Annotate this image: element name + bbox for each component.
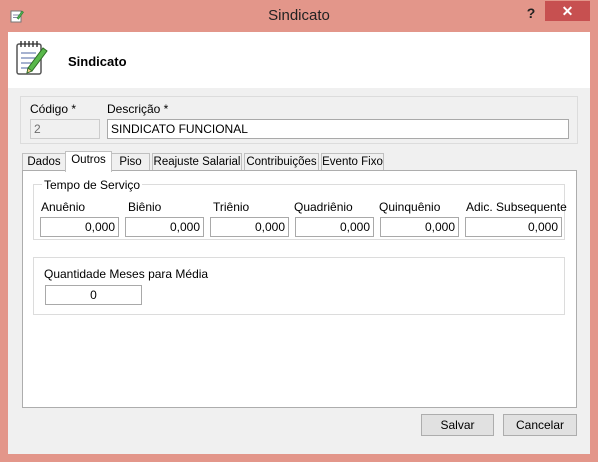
tab-panel-outros: Tempo de Serviço Anuênio 0,000 Biênio 0,… <box>22 170 577 408</box>
close-button[interactable]: ✕ <box>545 1 590 21</box>
quadrienio-field[interactable]: 0,000 <box>295 217 374 237</box>
tab-evento-fixo[interactable]: Evento Fixo <box>321 153 384 171</box>
window-title: Sindicato <box>268 7 330 24</box>
descricao-label: Descrição * <box>107 102 169 116</box>
notepad-pencil-icon <box>16 41 48 75</box>
tab-outros[interactable]: Outros <box>65 151 112 172</box>
codigo-label: Código * <box>30 102 77 116</box>
tab-contribuicoes[interactable]: Contribuições <box>244 153 319 171</box>
adic-subsequente-label: Adic. Subsequente <box>466 200 567 214</box>
quantidade-meses-field[interactable]: 0 <box>45 285 142 305</box>
anuenio-field[interactable]: 0,000 <box>40 217 119 237</box>
dialog-client-area: Sindicato Código * 2 Descrição * SINDICA… <box>8 32 590 454</box>
anuenio-label: Anuênio <box>41 200 86 214</box>
quinquenio-field[interactable]: 0,000 <box>380 217 459 237</box>
dialog-window: Sindicato ? ✕ Sindicato Código * 2 Descr… <box>0 0 598 462</box>
trienio-label: Triênio <box>213 200 250 214</box>
trienio-field[interactable]: 0,000 <box>210 217 289 237</box>
bienio-label: Biênio <box>128 200 162 214</box>
title-bar[interactable]: Sindicato ? ✕ <box>0 0 598 32</box>
header-title: Sindicato <box>68 54 127 69</box>
quadrienio-label: Quadriênio <box>294 200 353 214</box>
adic-subsequente-field[interactable]: 0,000 <box>465 217 562 237</box>
cancel-button[interactable]: Cancelar <box>503 414 577 436</box>
help-button[interactable]: ? <box>520 3 542 23</box>
descricao-field[interactable]: SINDICATO FUNCIONAL <box>107 119 569 139</box>
save-button[interactable]: Salvar <box>421 414 494 436</box>
tab-reajuste-salarial[interactable]: Reajuste Salarial <box>152 153 242 171</box>
tab-dados[interactable]: Dados <box>22 153 66 171</box>
tempo-servico-title: Tempo de Serviço <box>42 178 143 192</box>
header-panel: Sindicato <box>8 32 590 88</box>
bienio-field[interactable]: 0,000 <box>125 217 204 237</box>
quinquenio-label: Quinquênio <box>379 200 441 214</box>
codigo-field[interactable]: 2 <box>30 119 100 139</box>
quantidade-meses-label: Quantidade Meses para Média <box>44 267 209 281</box>
tab-piso[interactable]: Piso <box>111 153 150 171</box>
